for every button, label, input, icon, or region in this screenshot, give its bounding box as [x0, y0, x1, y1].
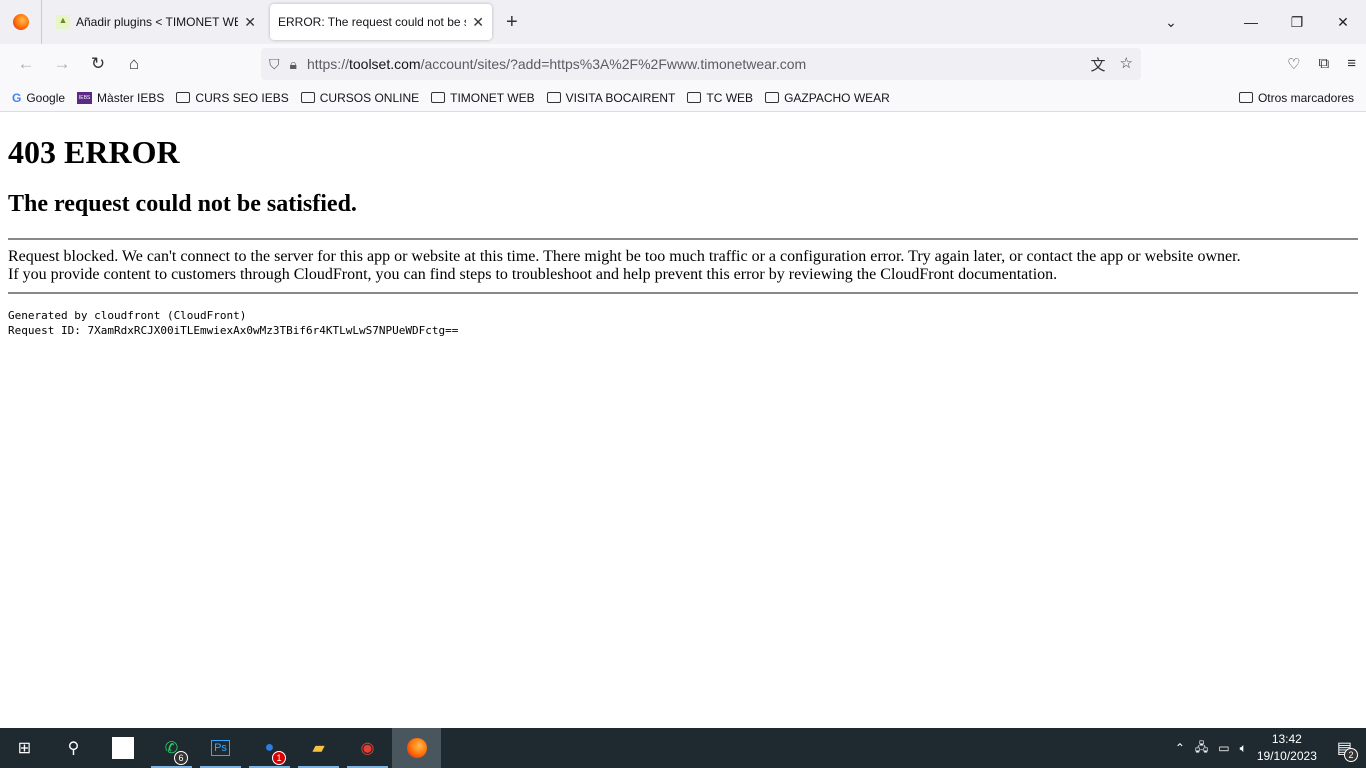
firefox-icon	[12, 14, 29, 30]
minimize-button[interactable]: —	[1228, 14, 1274, 30]
tab-error[interactable]: ERROR: The request could not be satisfie…	[270, 4, 492, 40]
translate-icon[interactable]: 文	[1091, 54, 1106, 75]
tab-title: ERROR: The request could not be satisfie…	[278, 15, 466, 29]
whatsapp-icon[interactable]: ✆ 6	[147, 728, 196, 768]
firefox-menu-button[interactable]	[0, 0, 42, 44]
page-content: 403 ERROR The request could not be satis…	[0, 112, 1366, 346]
bookmark-folder[interactable]: GAZPACHO WEAR	[765, 91, 890, 105]
volume-icon[interactable]: 🔈︎	[1240, 741, 1247, 756]
bookmark-master-iebs[interactable]: IEBS Màster IEBS	[77, 91, 164, 105]
folder-icon	[687, 92, 702, 103]
photoshop-icon[interactable]: Ps	[196, 728, 245, 768]
other-bookmarks[interactable]: Otros marcadores	[1238, 91, 1354, 105]
clock[interactable]: 13:42 19/10/2023	[1257, 731, 1317, 765]
folder-icon	[1238, 92, 1253, 103]
request-info: Generated by cloudfront (CloudFront) Requ…	[8, 309, 459, 337]
nav-bar: ← → ↻ ⌂ ⛉ 🔒︎ https://toolset.com/account…	[0, 44, 1366, 84]
folder-icon	[431, 92, 446, 103]
taskbar: ⊞ ⚲ ✆ 6 Ps ● 1 ▰ ◉ ⌃ 🖧︎ ▭ 🔈︎ 13:42 19/10/20…	[0, 728, 1366, 768]
menu-icon[interactable]: ≡	[1347, 55, 1356, 73]
bookmark-folder[interactable]: CURSOS ONLINE	[300, 91, 419, 105]
error-description: Request blocked. We can't connect to the…	[8, 248, 1241, 283]
home-button[interactable]: ⌂	[116, 54, 152, 74]
start-button[interactable]: ⊞	[0, 728, 49, 768]
lock-icon[interactable]: 🔒︎	[290, 56, 297, 73]
back-button[interactable]: ←	[8, 54, 44, 74]
restore-button[interactable]: ❐	[1274, 14, 1320, 31]
forward-button[interactable]: →	[44, 54, 80, 74]
iebs-icon: IEBS	[77, 91, 93, 104]
chrome-icon[interactable]: ◉	[343, 728, 392, 768]
list-tabs-chevron-icon[interactable]: ⌄	[1148, 14, 1194, 31]
url-bar[interactable]: ⛉ 🔒︎ https://toolset.com/account/sites/?…	[261, 48, 1141, 80]
url-text: https://toolset.com/account/sites/?add=h…	[306, 56, 807, 72]
bookmark-star-icon[interactable]: ☆	[1120, 54, 1133, 75]
app-icon[interactable]	[98, 728, 147, 768]
battery-icon[interactable]: ▭	[1218, 741, 1229, 755]
pocket-icon[interactable]: ♡	[1287, 55, 1300, 73]
shield-icon[interactable]: ⛉	[269, 56, 280, 73]
folder-icon	[546, 92, 561, 103]
bookmark-google[interactable]: G Google	[12, 91, 65, 105]
tab-bar: ▲ Añadir plugins < TIMONET WEAR ✕ ERROR: T…	[0, 0, 1366, 44]
network-icon[interactable]: 🖧︎	[1195, 738, 1208, 759]
folder-icon	[300, 92, 315, 103]
file-explorer-icon[interactable]: ▰	[294, 728, 343, 768]
bookmark-folder[interactable]: CURS SEO IEBS	[176, 91, 289, 105]
error-subheading: The request could not be satisfied.	[8, 191, 357, 217]
folder-icon	[176, 92, 191, 103]
tab-title: Añadir plugins < TIMONET WEAR	[76, 15, 239, 29]
site-favicon-icon: ▲	[56, 15, 70, 29]
error-heading: 403 ERROR	[8, 134, 180, 170]
reload-button[interactable]: ↻	[80, 54, 116, 74]
new-tab-button[interactable]: +	[506, 11, 518, 34]
thunderbird-icon[interactable]: ● 1	[245, 728, 294, 768]
tab-add-plugins[interactable]: ▲ Añadir plugins < TIMONET WEAR ✕	[48, 4, 264, 40]
show-hidden-icons[interactable]: ⌃	[1175, 741, 1185, 755]
google-icon: G	[12, 90, 22, 105]
extensions-icon[interactable]: ⧉	[1319, 55, 1330, 73]
notifications-icon[interactable]: ▤ 2	[1337, 738, 1358, 762]
close-tab-icon[interactable]: ✕	[472, 14, 484, 31]
close-window-button[interactable]: ✕	[1320, 14, 1366, 31]
search-button[interactable]: ⚲	[49, 728, 98, 768]
divider	[8, 292, 1358, 294]
close-tab-icon[interactable]: ✕	[244, 14, 256, 31]
bookmark-folder[interactable]: TIMONET WEB	[431, 91, 535, 105]
bookmark-folder[interactable]: VISITA BOCAIRENT	[546, 91, 675, 105]
firefox-taskbar-icon[interactable]	[392, 728, 441, 768]
bookmark-folder[interactable]: TC WEB	[687, 91, 753, 105]
bookmarks-bar: G Google IEBS Màster IEBS CURS SEO IEBS CU…	[0, 84, 1366, 112]
folder-icon	[765, 92, 780, 103]
